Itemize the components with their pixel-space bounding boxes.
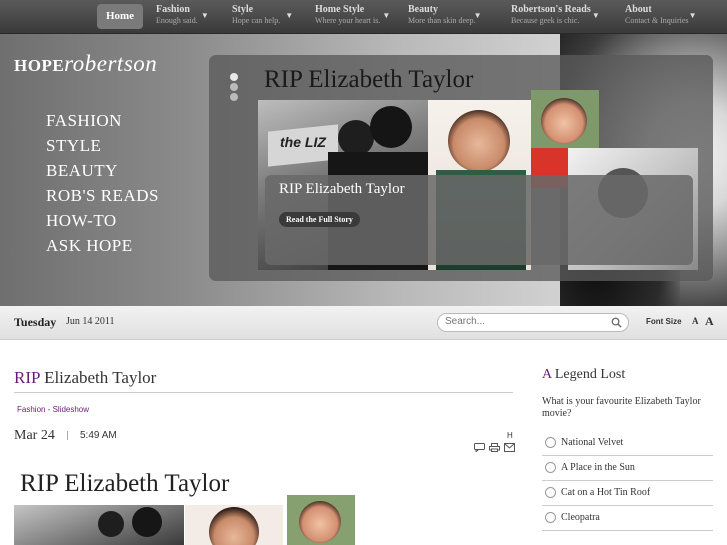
photo-face [209, 507, 259, 545]
article-divider [14, 392, 513, 393]
nav-item-title: Robertson's Reads [511, 4, 591, 15]
slider-dot[interactable] [230, 93, 238, 101]
article-heading-text: Elizabeth Taylor [39, 368, 157, 387]
read-full-story-button[interactable]: Read the Full Story [279, 212, 360, 227]
photo-face [299, 501, 341, 543]
site-logo[interactable]: HOPErobertson [14, 52, 157, 78]
featured-slider: RIP Elizabeth Taylor the LIZ RIP Elizabe… [209, 55, 713, 281]
slide-caption-box: RIP Elizabeth Taylor Read the Full Story [265, 175, 693, 265]
category-link-fashion[interactable]: FASHION [46, 108, 159, 133]
font-size-small-button[interactable]: A [692, 316, 699, 326]
current-date: Jun 14 2011 [66, 316, 115, 327]
search-icon[interactable] [611, 317, 622, 328]
nav-item-title: Fashion [156, 4, 190, 15]
hero-banner: HOPErobertson FASHION STYLE BEAUTY ROB'S… [0, 34, 727, 306]
poll-option-label: A Place in the Sun [561, 462, 635, 473]
nav-item-about[interactable]: About Contact & Inquiries ▼ [625, 4, 697, 30]
radio-button[interactable] [545, 487, 556, 498]
article-photo-green-dress[interactable] [185, 505, 283, 545]
article-heading[interactable]: RIP Elizabeth Taylor [14, 368, 156, 388]
nav-item-subtitle: Where your heart is. [315, 16, 381, 25]
comment-icon[interactable] [474, 443, 485, 452]
nav-item-style[interactable]: Style Hope can help. ▼ [232, 4, 293, 30]
chevron-down-icon: ▼ [382, 11, 391, 20]
nav-item-robertsons-reads[interactable]: Robertson's Reads Because geek is chic. … [511, 4, 600, 30]
radio-button[interactable] [545, 462, 556, 473]
poll-title-prefix: A [542, 367, 552, 382]
chevron-down-icon: ▼ [473, 11, 482, 20]
article-body-title: RIP Elizabeth Taylor [20, 470, 230, 497]
nav-item-fashion[interactable]: Fashion Enough said. ▼ [156, 4, 209, 30]
chevron-down-icon: ▼ [285, 11, 294, 20]
nav-item-subtitle: Because geek is chic. [511, 16, 580, 25]
category-link-style[interactable]: STYLE [46, 133, 159, 158]
nav-item-home-style[interactable]: Home Style Where your heart is. ▼ [315, 4, 390, 30]
search-input[interactable] [445, 316, 605, 327]
nav-item-subtitle: Hope can help. [232, 16, 281, 25]
article-time: 5:49 AM [80, 430, 117, 441]
article-h-mark: H [507, 431, 513, 440]
logo-part-robertson: robertson [64, 51, 158, 76]
font-size-large-button[interactable]: A [705, 314, 714, 329]
slider-pagination [230, 73, 239, 103]
poll-option[interactable]: Cleopatra [542, 507, 713, 531]
nav-item-title: About [625, 4, 652, 15]
slide-caption-title: RIP Elizabeth Taylor [279, 181, 405, 197]
font-size-label: Font Size [646, 317, 682, 326]
print-icon[interactable] [489, 443, 500, 452]
category-nav: FASHION STYLE BEAUTY ROB'S READS HOW-TO … [46, 108, 159, 258]
radio-button[interactable] [545, 512, 556, 523]
poll-title-text: Legend Lost [551, 367, 626, 382]
date-search-bar: Tuesday Jun 14 2011 Font Size A A [0, 306, 727, 340]
poll-question: What is your favourite Elizabeth Taylor … [542, 396, 701, 419]
nav-item-subtitle: More than skin deep. [408, 16, 476, 25]
poll-option[interactable]: A Place in the Sun [542, 457, 713, 481]
chevron-down-icon: ▼ [591, 11, 600, 20]
top-nav: Home Fashion Enough said. ▼ Style Hope c… [0, 0, 727, 34]
photo-figure-head [98, 511, 124, 537]
poll-title: A Legend Lost [542, 367, 625, 383]
slider-title: RIP Elizabeth Taylor [264, 66, 474, 93]
photo-figure-head [338, 120, 374, 156]
article-breadcrumb[interactable]: Fashion - Slideshow [17, 405, 89, 414]
photo-figure-head [370, 106, 412, 148]
date-separator [67, 431, 68, 440]
chevron-down-icon: ▼ [200, 11, 209, 20]
category-link-beauty[interactable]: BEAUTY [46, 158, 159, 183]
article-date: Mar 24 [14, 428, 55, 443]
slider-dot-active[interactable] [230, 73, 238, 81]
radio-button[interactable] [545, 437, 556, 448]
nav-item-subtitle: Contact & Inquiries [625, 16, 689, 25]
category-link-how-to[interactable]: HOW-TO [46, 208, 159, 233]
category-link-robs-reads[interactable]: ROB'S READS [46, 183, 159, 208]
nav-home-button[interactable]: Home [97, 4, 143, 29]
slider-dot[interactable] [230, 83, 238, 91]
nav-item-subtitle: Enough said. [156, 16, 198, 25]
plane-lettering: the LIZ [280, 134, 326, 150]
nav-item-title: Beauty [408, 4, 438, 15]
article-photo-portrait[interactable] [287, 495, 355, 545]
photo-face [541, 98, 587, 144]
article-heading-prefix: RIP [14, 368, 40, 387]
search-box[interactable] [437, 313, 629, 332]
poll-option-label: Cleopatra [561, 512, 600, 523]
photo-face [448, 110, 510, 172]
current-day: Tuesday [14, 315, 57, 329]
logo-part-hope: HOPE [14, 56, 65, 75]
chevron-down-icon: ▼ [688, 11, 697, 20]
email-icon[interactable] [504, 443, 515, 452]
poll-option[interactable]: National Velvet [542, 432, 713, 456]
poll-option-label: National Velvet [561, 437, 624, 448]
article-photo-airport[interactable] [14, 505, 184, 545]
nav-item-title: Style [232, 4, 254, 15]
poll-option-label: Cat on a Hot Tin Roof [561, 487, 651, 498]
photo-figure-head [132, 507, 162, 537]
poll-option[interactable]: Cat on a Hot Tin Roof [542, 482, 713, 506]
nav-item-beauty[interactable]: Beauty More than skin deep. ▼ [408, 4, 482, 30]
nav-item-title: Home Style [315, 4, 365, 15]
category-link-ask-hope[interactable]: ASK HOPE [46, 233, 159, 258]
